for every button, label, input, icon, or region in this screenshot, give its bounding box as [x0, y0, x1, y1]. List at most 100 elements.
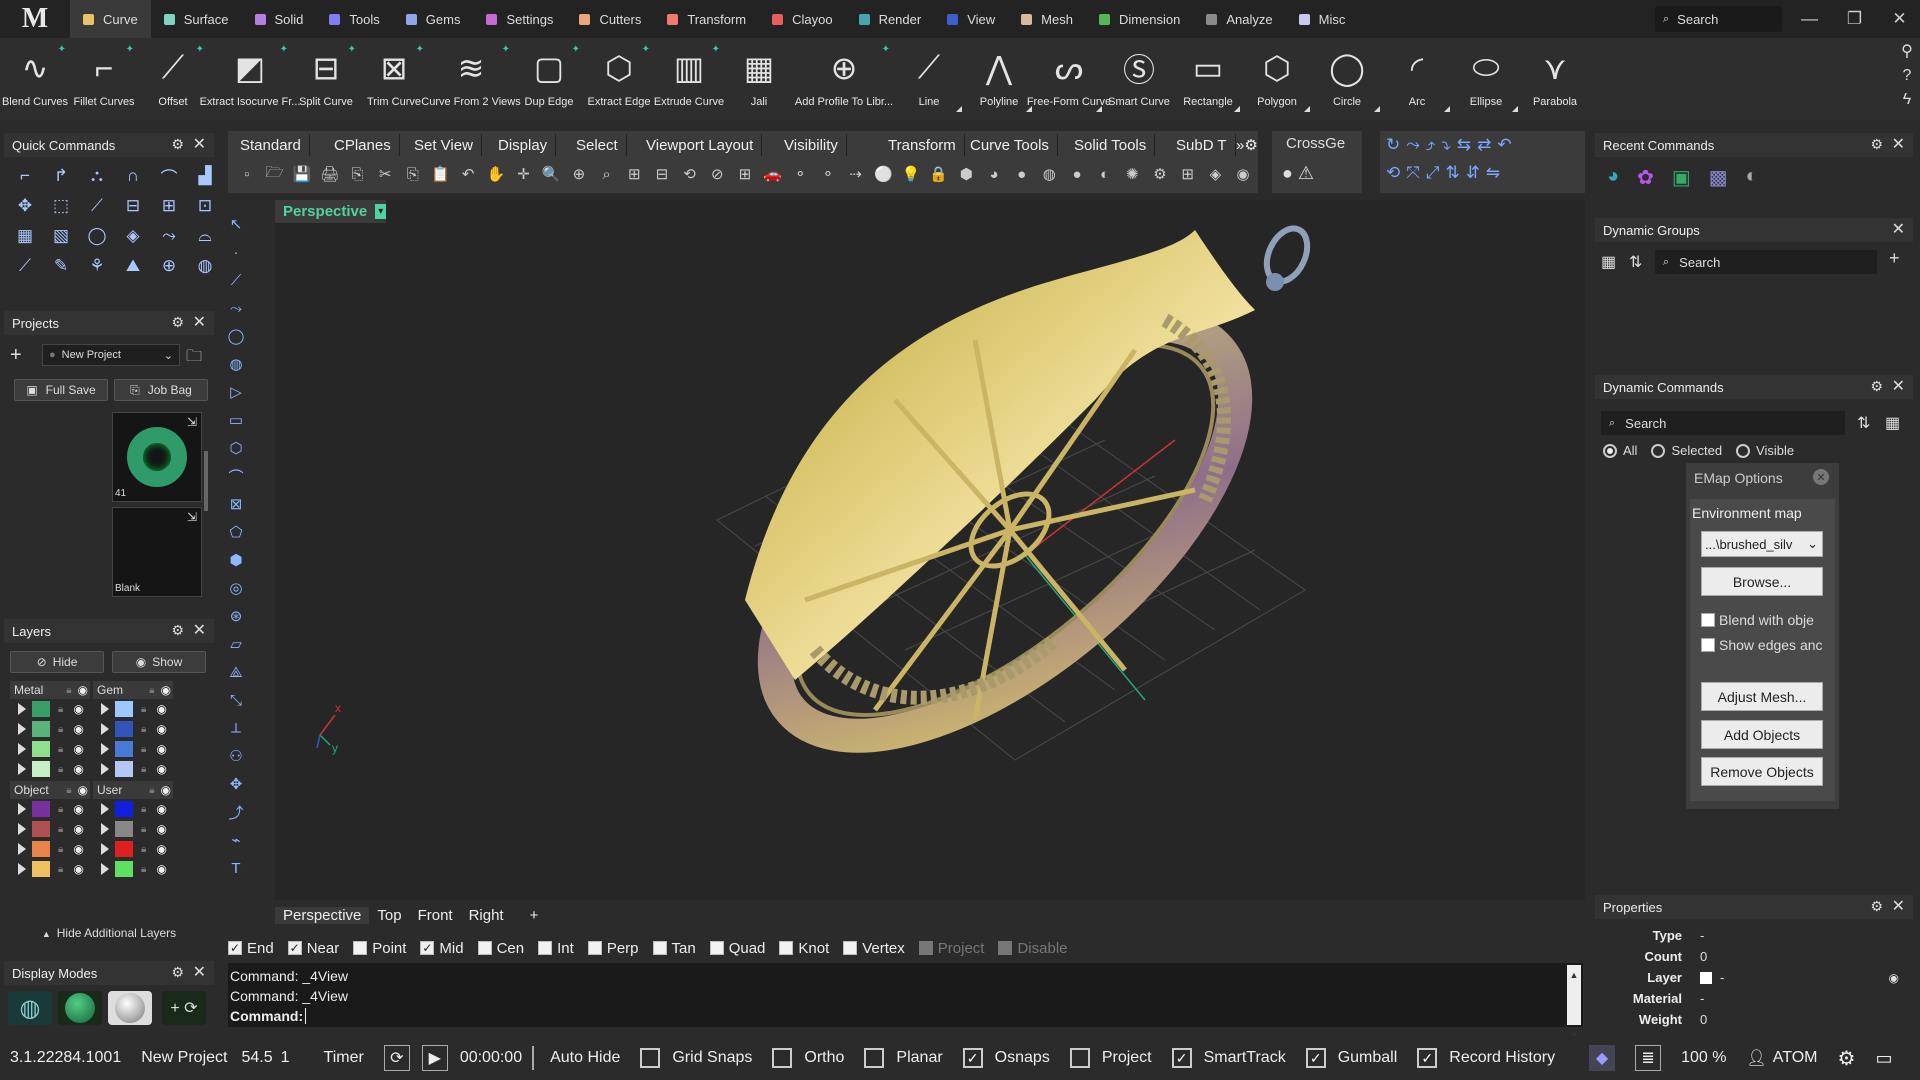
grid-icon[interactable]: ⊞ [1176, 165, 1200, 183]
tab-crossge[interactable]: CrossGe [1286, 135, 1345, 152]
tab-viewport-layout[interactable]: Viewport Layout [638, 134, 763, 156]
help-icon[interactable]: ◉ [1231, 165, 1255, 183]
menu-tab-gems[interactable]: Gems [393, 0, 474, 38]
point-icon[interactable]: ⚬ [788, 165, 812, 183]
expand-icon[interactable] [101, 763, 109, 775]
lock-icon[interactable]: 🔒︎ [58, 744, 63, 755]
expand-icon[interactable] [101, 823, 109, 835]
rendered-mode-icon[interactable] [108, 991, 152, 1025]
eye-icon[interactable]: ◉ [73, 762, 83, 776]
lock-icon[interactable]: 🔒︎ [58, 724, 63, 735]
pentagon-icon[interactable]: ⬠ [222, 518, 250, 546]
layer-icon[interactable]: ▣ [1672, 165, 1691, 190]
close-icon[interactable]: ✕ [1892, 376, 1905, 396]
ribbon-button-extrude[interactable]: ▥ Extrude Curve ✦ [654, 38, 724, 120]
osnap-project[interactable]: Project [918, 940, 984, 957]
auto-hide-label[interactable]: Auto Hide [532, 1046, 630, 1070]
layer-group-header[interactable]: Metal 🔒︎ ◉ [10, 681, 90, 699]
open-icon[interactable]: 🗁 [263, 162, 287, 187]
osnap-quad[interactable]: Quad [709, 940, 765, 957]
mesh-icon[interactable]: ⟁ [222, 658, 250, 686]
expand-icon[interactable] [101, 803, 109, 815]
osnap-knot[interactable]: Knot [779, 940, 829, 957]
frame-icon[interactable]: ⊡ [192, 193, 218, 219]
osnap-cen[interactable]: Cen [477, 940, 524, 957]
layer-row[interactable]: 🔒︎ ◉ [93, 819, 173, 839]
cube-icon[interactable]: ⬢ [954, 165, 978, 183]
lock-icon[interactable]: 🔒︎ [66, 785, 71, 796]
menu-search-input[interactable]: ⌕ Search [1655, 6, 1782, 32]
array-icon[interactable]: ⚇ [222, 742, 250, 770]
view-tab-perspective[interactable]: Perspective [275, 906, 370, 924]
pen-icon[interactable]: ✎ [48, 253, 74, 279]
curve-icon[interactable]: ⤳ [222, 294, 250, 322]
add-mode-icon[interactable]: + ⟳ [162, 991, 206, 1025]
rectangle-icon[interactable]: ▭ [222, 406, 250, 434]
tab-visibility[interactable]: Visibility [776, 134, 847, 156]
zoom-in-icon[interactable]: ⊕ [567, 165, 591, 183]
toggle-planar[interactable]: Planar [854, 1048, 952, 1068]
eye-icon[interactable]: ◉ [73, 722, 83, 736]
menu-tab-analyze[interactable]: Analyze [1193, 0, 1285, 38]
settings-gear-icon[interactable]: ⚙ [1828, 1046, 1866, 1071]
slope-icon[interactable]: ⟋ [84, 193, 110, 219]
layer-color-swatch[interactable] [32, 761, 50, 777]
layer-color-swatch[interactable] [32, 861, 50, 877]
calendar-icon[interactable]: ▦ [1601, 252, 1616, 272]
material-icon[interactable]: ◐ [1746, 165, 1758, 190]
osnap-near[interactable]: ✓ Near [287, 940, 339, 957]
eye-icon[interactable]: ◉ [156, 822, 166, 836]
layer-color-swatch[interactable] [115, 821, 133, 837]
eye-icon[interactable]: ◉ [156, 762, 166, 776]
radio-all[interactable]: All [1603, 443, 1637, 458]
expand-icon[interactable] [18, 763, 26, 775]
rotate-view-icon[interactable]: ⟲ [678, 165, 702, 183]
close-icon[interactable]: ✕ [1892, 219, 1905, 239]
zoom-selected-icon[interactable]: ⊟ [650, 165, 674, 183]
layer-color-swatch[interactable] [32, 821, 50, 837]
eye-icon[interactable]: ◉ [73, 842, 83, 856]
ribbon-button-split[interactable]: ⊟ Split Curve ✦ [292, 38, 360, 120]
toggle-smarttrack[interactable]: ✓ SmartTrack [1162, 1048, 1296, 1068]
view-tab-top[interactable]: Top [369, 907, 409, 924]
sort-icon[interactable]: ⇅ [1629, 252, 1642, 272]
square-icon[interactable]: ⬚ [48, 193, 74, 219]
view-tab-front[interactable]: Front [410, 907, 461, 924]
add-project-button[interactable]: + [10, 344, 22, 367]
lock-icon[interactable]: 🔒︎ [141, 804, 146, 815]
ribbon-button-offset[interactable]: ⟋ Offset ✦ [138, 38, 208, 120]
folder-icon[interactable]: 🗀 [186, 345, 202, 372]
expand-icon[interactable] [101, 863, 109, 875]
cluster-icon[interactable]: ⛬ [84, 163, 110, 189]
close-icon[interactable]: ✕ [1892, 896, 1905, 916]
expand-icon[interactable] [18, 703, 26, 715]
layer-row[interactable]: 🔒︎ ◉ [93, 719, 173, 739]
eye-icon[interactable]: ◉ [73, 862, 83, 876]
circle-icon[interactable]: ◯ [84, 223, 110, 249]
perspective-viewport[interactable]: Perspective ▾ x y [275, 200, 1585, 900]
dynamic-commands-search[interactable]: ⌕ Search [1601, 411, 1845, 435]
export-icon[interactable]: ⇲ [187, 415, 197, 429]
lightning-icon[interactable]: ϟ [1897, 88, 1917, 112]
menu-tab-transform[interactable]: Transform [654, 0, 759, 38]
undo-icon[interactable]: ↶ [456, 165, 480, 183]
print-icon[interactable]: 🖨 [318, 165, 342, 183]
gem-icon[interactable]: ◈ [120, 223, 146, 249]
layer-row[interactable]: 🔒︎ ◉ [93, 839, 173, 859]
view-tab-right[interactable]: Right [461, 907, 512, 924]
close-icon[interactable]: ✕ [193, 134, 206, 154]
zoom-extents-icon[interactable]: ⊞ [622, 165, 646, 183]
layer-row[interactable]: 🔒︎ ◉ [93, 859, 173, 879]
menu-tab-surface[interactable]: Surface [151, 0, 242, 38]
ribbon-button-profile[interactable]: ⊕ Add Profile To Libr... ✦ [794, 38, 894, 120]
tab-transform[interactable]: Transform [880, 134, 965, 156]
ball-icon[interactable]: ● [1065, 166, 1089, 183]
eye-icon[interactable]: ◉ [73, 742, 83, 756]
menu-tab-settings[interactable]: Settings [473, 0, 566, 38]
close-icon[interactable]: ✕ [193, 620, 206, 640]
eye-icon[interactable]: ◉ [73, 702, 83, 716]
lock-icon[interactable]: 🔒︎ [149, 785, 154, 796]
tab-solid-tools[interactable]: Solid Tools [1066, 134, 1156, 156]
expand-icon[interactable] [18, 743, 26, 755]
lock-icon[interactable]: 🔒︎ [141, 824, 146, 835]
